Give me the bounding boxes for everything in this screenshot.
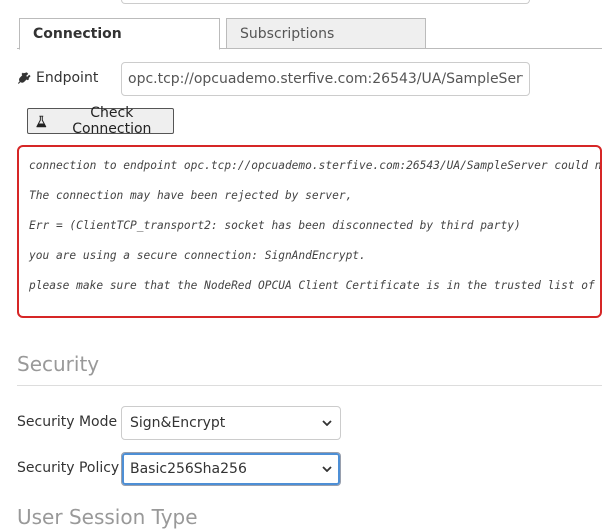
security-section-divider <box>17 385 602 386</box>
error-line: Err = (ClientTCP_transport2: socket has … <box>29 219 521 232</box>
security-section-title: Security <box>17 352 100 376</box>
error-line: please make sure that the NodeRed OPCUA … <box>29 279 595 292</box>
security-policy-select[interactable]: Basic256Sha256 <box>121 452 341 486</box>
security-mode-value: Sign&Encrypt <box>130 415 226 431</box>
security-policy-label: Security Policy <box>17 460 120 476</box>
tab-subscriptions-label: Subscriptions <box>240 26 335 42</box>
security-mode-select[interactable]: Sign&Encrypt <box>121 406 341 440</box>
check-connection-label: Check Connection <box>72 105 152 137</box>
chevron-down-icon <box>322 466 332 472</box>
top-partial-input[interactable] <box>121 0 530 4</box>
error-line: you are using a secure connection: SignA… <box>29 249 366 262</box>
endpoint-label-text: Endpoint <box>36 70 99 86</box>
security-mode-label: Security Mode <box>17 414 118 430</box>
plug-icon <box>17 71 31 84</box>
tab-subscriptions[interactable]: Subscriptions <box>226 18 426 49</box>
error-line: The connection may have been rejected by… <box>29 189 353 202</box>
error-line: connection to endpoint opc.tcp://opcuade… <box>29 159 602 172</box>
check-connection-button[interactable]: Check Connection <box>27 105 174 137</box>
endpoint-label: Endpoint <box>17 67 98 89</box>
tab-connection[interactable]: Connection <box>19 18 220 50</box>
connection-error-box: connection to endpoint opc.tcp://opcuade… <box>17 145 602 318</box>
flask-icon <box>36 115 47 127</box>
endpoint-input[interactable] <box>121 62 530 96</box>
security-policy-value: Basic256Sha256 <box>130 461 247 477</box>
chevron-down-icon <box>322 420 332 426</box>
user-session-section-title: User Session Type <box>17 505 198 529</box>
tab-connection-label: Connection <box>33 26 122 42</box>
